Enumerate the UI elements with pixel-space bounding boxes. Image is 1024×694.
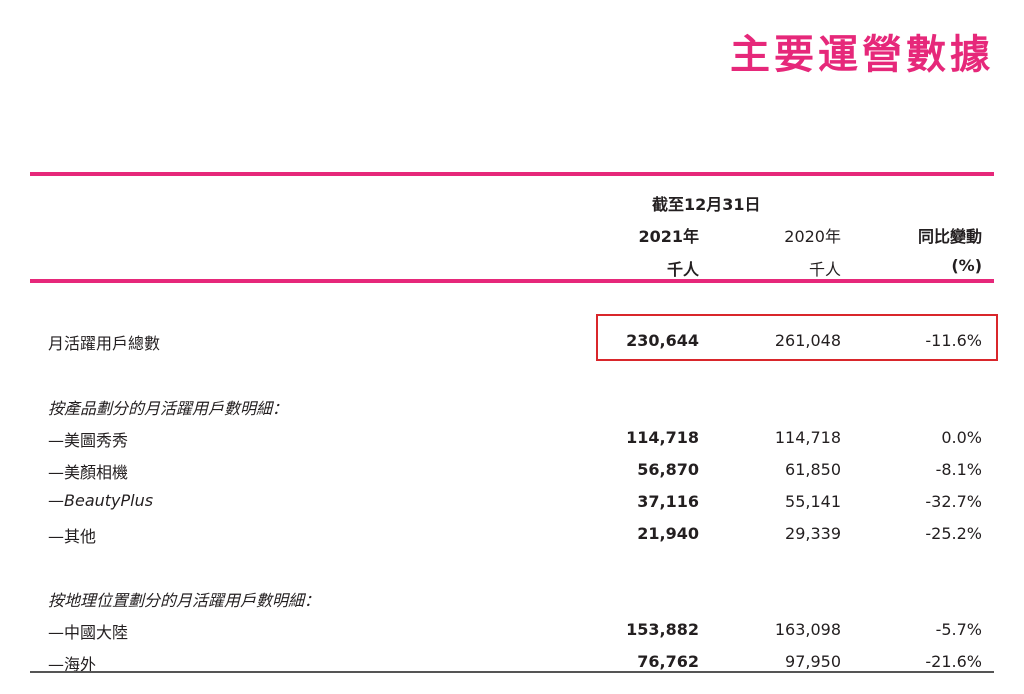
product-row-2020: 114,718 xyxy=(774,428,841,447)
product-row-change: -32.7% xyxy=(925,492,982,511)
product-row-label: —BeautyPlus xyxy=(48,491,154,510)
product-row-2021: 21,940 xyxy=(637,524,699,543)
product-row-label: —美圖秀秀 xyxy=(48,431,129,450)
col-2020-header: 2020年 xyxy=(784,227,841,246)
product-row-2021: 114,718 xyxy=(626,428,699,447)
col-2021-header: 2021年 xyxy=(638,227,699,246)
product-row-2020: 55,141 xyxy=(785,492,841,511)
product-row-change: -25.2% xyxy=(925,524,982,543)
product-row-change: -8.1% xyxy=(935,460,982,479)
region-row-2020: 97,950 xyxy=(785,652,841,671)
product-row-2020: 29,339 xyxy=(785,524,841,543)
region-row-2020: 163,098 xyxy=(774,620,841,639)
unit-change: (%) xyxy=(951,256,982,275)
header-bottom-rule xyxy=(30,279,994,283)
product-row-change: 0.0% xyxy=(941,428,982,447)
product-row-2020: 61,850 xyxy=(785,460,841,479)
unit-2020: 千人 xyxy=(808,260,841,279)
product-row-2021: 37,116 xyxy=(637,492,699,511)
region-row-change: -21.6% xyxy=(925,652,982,671)
product-row-label: —其他 xyxy=(48,527,97,546)
col-change-header: 同比變動 xyxy=(917,227,982,246)
mau-total-change: -11.6% xyxy=(925,331,982,350)
mau-total-2021: 230,644 xyxy=(626,331,699,350)
period-header: 截至12月31日 xyxy=(652,195,761,214)
region-row-2021: 76,762 xyxy=(637,652,699,671)
product-row-label: —美顏相機 xyxy=(48,463,129,482)
by-product-heading: 按產品劃分的月活躍用戶數明細： xyxy=(48,399,289,418)
region-row-label: —中國大陸 xyxy=(48,623,129,642)
mau-total-label: 月活躍用戶總數 xyxy=(48,334,161,353)
product-row-2021: 56,870 xyxy=(637,460,699,479)
region-row-change: -5.7% xyxy=(935,620,982,639)
mau-total-2020: 261,048 xyxy=(774,331,841,350)
unit-2021: 千人 xyxy=(666,260,699,279)
page-title: 主要運營數據 xyxy=(730,32,994,78)
header-top-rule xyxy=(30,172,994,176)
table-bottom-rule xyxy=(30,671,994,673)
by-region-heading: 按地理位置劃分的月活躍用戶數明細： xyxy=(48,591,321,610)
region-row-2021: 153,882 xyxy=(626,620,699,639)
